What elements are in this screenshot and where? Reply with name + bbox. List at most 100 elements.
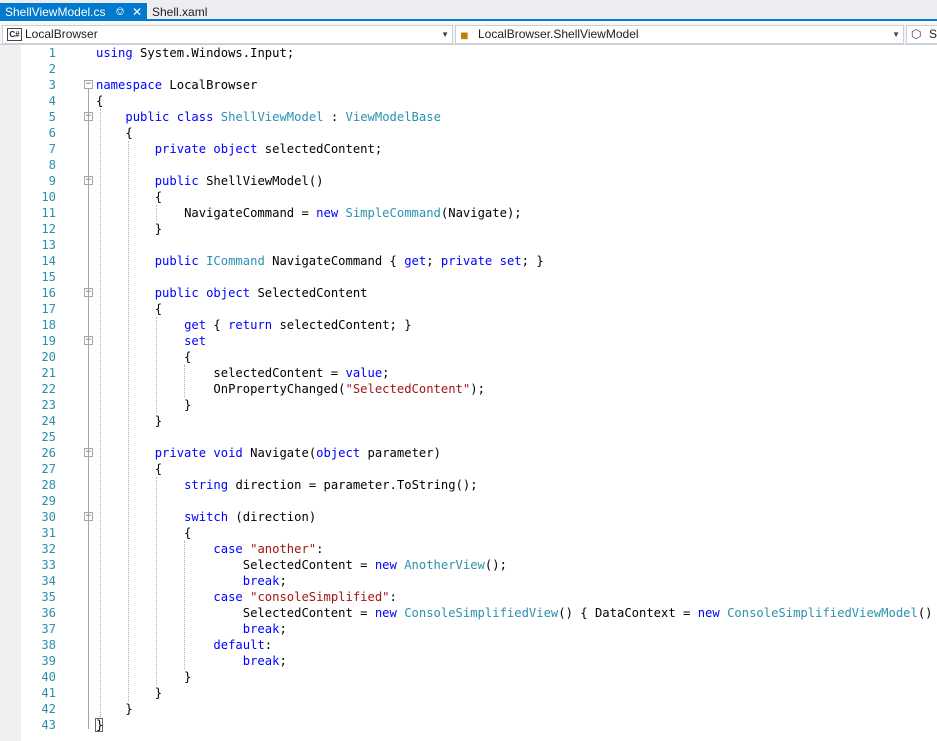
code-line[interactable]: 33 SelectedContent = new AnotherView(); [0,557,937,573]
code-text: string direction = parameter.ToString(); [184,478,478,492]
code-line[interactable]: 19− set [0,333,937,349]
code-text: selectedContent = value; [213,366,390,380]
line-number: 34 [41,574,56,588]
code-line[interactable]: 18 get { return selectedContent; } [0,317,937,333]
line-number: 14 [41,254,56,268]
chevron-down-icon[interactable]: ▼ [892,26,900,43]
code-text: } [96,686,163,700]
code-line[interactable]: 29 [0,493,937,509]
code-line[interactable]: 27 { [0,461,937,477]
code-text: NavigateCommand = new SimpleCommand(Navi… [184,206,522,220]
code-text: case "another": [213,542,324,556]
line-number: 3 [48,78,56,92]
code-line[interactable]: 42 } [0,701,937,717]
code-text: } [96,398,192,412]
line-number: 26 [41,446,56,460]
code-line[interactable]: 28 string direction = parameter.ToString… [0,477,937,493]
code-line[interactable]: 12 } [0,221,937,237]
member-dropdown[interactable]: ⬡ Sh [906,25,937,44]
line-number: 10 [41,190,56,204]
code-line[interactable]: 36 SelectedContent = new ConsoleSimplifi… [0,605,937,621]
code-line[interactable]: 41 } [0,685,937,701]
code-line[interactable]: 39 break; [0,653,937,669]
code-text: } [96,222,163,236]
line-number: 17 [41,302,56,316]
code-line[interactable]: 2 [0,61,937,77]
type-dropdown-value: LocalBrowser.ShellViewModel [478,27,639,41]
code-line[interactable]: 4{ [0,93,937,109]
code-line[interactable]: 15 [0,269,937,285]
indent-guide [128,141,129,701]
line-number: 20 [41,350,56,364]
code-line[interactable]: 32 case "another": [0,541,937,557]
code-line[interactable]: 31 { [0,525,937,541]
csharp-project-icon: C# [7,28,22,41]
code-line[interactable]: 30− switch (direction) [0,509,937,525]
code-line[interactable]: 23 } [0,397,937,413]
line-number: 33 [41,558,56,572]
line-number: 42 [41,702,56,716]
line-number: 21 [41,366,56,380]
chevron-down-icon[interactable]: ▼ [441,26,449,43]
code-line[interactable]: 20 { [0,349,937,365]
code-text: public class ShellViewModel : ViewModelB… [125,110,441,124]
code-line[interactable]: 8 [0,157,937,173]
code-line[interactable]: 16− public object SelectedContent [0,285,937,301]
line-number: 19 [41,334,56,348]
code-text: { [96,462,163,476]
line-number: 13 [41,238,56,252]
code-text: public ICommand NavigateCommand { get; p… [154,254,544,268]
close-icon[interactable]: ✕ [131,3,143,21]
code-line[interactable]: 11 NavigateCommand = new SimpleCommand(N… [0,205,937,221]
code-line[interactable]: 14 public ICommand NavigateCommand { get… [0,253,937,269]
indent-guide [184,541,185,669]
code-line[interactable]: 38 default: [0,637,937,653]
code-line[interactable]: 26− private void Navigate(object paramet… [0,445,937,461]
code-text: { [96,302,163,316]
line-number: 9 [48,174,56,188]
code-line[interactable]: 34 break; [0,573,937,589]
code-line[interactable]: 6 { [0,125,937,141]
code-line[interactable]: 13 [0,237,937,253]
code-line[interactable]: 43} [0,717,937,733]
collapse-icon[interactable]: − [84,80,93,89]
code-line[interactable]: 35 case "consoleSimplified": [0,589,937,605]
line-number: 22 [41,382,56,396]
code-line[interactable]: 9− public ShellViewModel() [0,173,937,189]
pin-icon[interactable]: ⎊ [113,3,127,21]
tab-shell-xaml[interactable]: Shell.xaml [147,3,217,21]
code-text: { [96,526,192,540]
code-line[interactable]: 24 } [0,413,937,429]
member-dropdown-value: Sh [929,27,937,41]
code-line[interactable]: 3 − namespace LocalBrowser [0,77,937,93]
member-icon: ⬡ [911,27,922,41]
tab-shellviewmodel-cs[interactable]: ShellViewModel.cs ⎊ ✕ [0,3,147,21]
code-text: get { return selectedContent; } [184,318,412,332]
code-line[interactable]: 17 { [0,301,937,317]
line-number: 40 [41,670,56,684]
code-line[interactable]: 10 { [0,189,937,205]
code-editor[interactable]: 1 using System.Windows.Input; 2 3− namespace… [0,45,937,741]
line-number: 4 [48,94,56,108]
code-text: { [96,126,133,140]
code-line[interactable]: 21 selectedContent = value; [0,365,937,381]
code-text: private void Navigate(object parameter) [154,446,441,460]
line-number: 23 [41,398,56,412]
code-text: { [96,190,163,204]
code-line[interactable]: 7 private object selectedContent; [0,141,937,157]
code-line[interactable]: 22 OnPropertyChanged("SelectedContent"); [0,381,937,397]
line-number: 36 [41,606,56,620]
code-line[interactable]: 37 break; [0,621,937,637]
code-line[interactable]: 1 using System.Windows.Input; [0,45,937,61]
code-line[interactable]: 5− public class ShellViewModel : ViewMod… [0,109,937,125]
code-text: } [96,702,133,716]
code-line[interactable]: 40 } [0,669,937,685]
indent-guide [156,477,157,685]
code-text: private object selectedContent; [154,142,383,156]
line-number: 18 [41,318,56,332]
line-number: 32 [41,542,56,556]
type-dropdown[interactable]: ◾ LocalBrowser.ShellViewModel ▼ [455,25,904,44]
code-line[interactable]: 25 [0,429,937,445]
line-number: 28 [41,478,56,492]
project-dropdown[interactable]: C# LocalBrowser ▼ [2,25,453,44]
